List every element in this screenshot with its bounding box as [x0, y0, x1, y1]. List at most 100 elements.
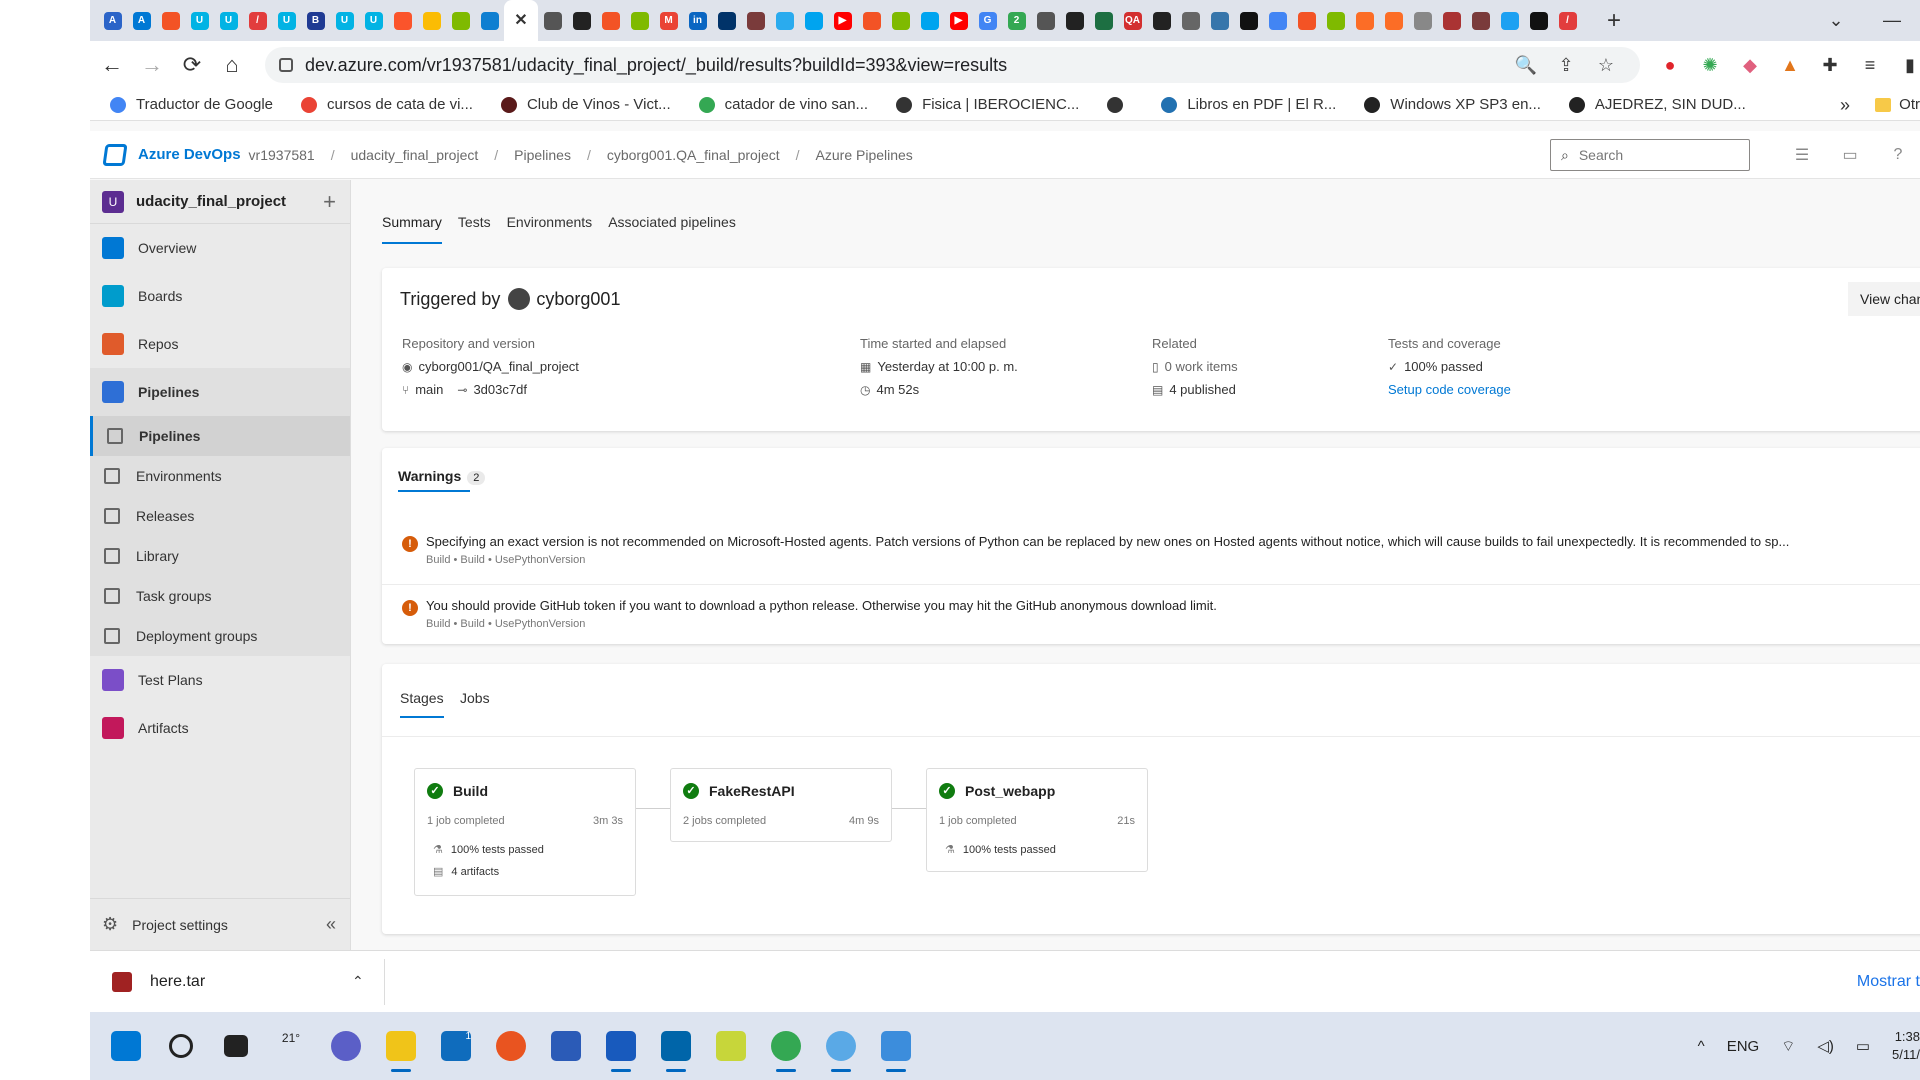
- breadcrumb-pipelines[interactable]: Pipelines: [514, 147, 571, 163]
- nav-overview[interactable]: Overview: [90, 224, 350, 272]
- bookmark-item[interactable]: cursos de cata de vi...: [301, 96, 473, 113]
- tab-linkedin[interactable]: in: [683, 0, 712, 41]
- teams-button[interactable]: [324, 1024, 368, 1068]
- tab-udacity[interactable]: U: [272, 0, 301, 41]
- bookmark-item[interactable]: AJEDREZ, SIN DUD...: [1568, 96, 1746, 113]
- tab-azure[interactable]: A: [127, 0, 156, 41]
- view-changes-button[interactable]: View change: [1848, 282, 1920, 316]
- tab-azure-boards[interactable]: A: [98, 0, 127, 41]
- tab-stages[interactable]: Stages: [400, 690, 444, 718]
- tab-jobs[interactable]: Jobs: [460, 690, 490, 706]
- tab-udacity[interactable]: U: [214, 0, 243, 41]
- bookmark-item[interactable]: Fisica | IBEROCIENC...: [896, 96, 1079, 113]
- chrome-button[interactable]: [764, 1024, 808, 1072]
- tab-pen[interactable]: [1234, 0, 1263, 41]
- reload-icon[interactable]: ⟳: [172, 52, 212, 78]
- clock[interactable]: 1:38 5/11/: [1892, 1028, 1920, 1064]
- download-item[interactable]: here.tar: [150, 973, 205, 991]
- triggered-user[interactable]: cyborg001: [536, 289, 620, 310]
- tab-globe[interactable]: [538, 0, 567, 41]
- tab-gitlab[interactable]: [1379, 0, 1408, 41]
- tab-youtube[interactable]: ▶: [828, 0, 857, 41]
- tab-github[interactable]: [567, 0, 596, 41]
- language-indicator[interactable]: ENG: [1727, 1038, 1760, 1055]
- tab-seal[interactable]: [741, 0, 770, 41]
- project-settings[interactable]: ⚙ Project settings «: [90, 898, 350, 950]
- reading-list-icon[interactable]: ≡: [1850, 55, 1890, 76]
- tab-circle[interactable]: 2: [1002, 0, 1031, 41]
- repo-link[interactable]: ◉ cyborg001/QA_final_project: [402, 359, 579, 374]
- paint-button[interactable]: [819, 1024, 863, 1072]
- home-icon[interactable]: ⌂: [212, 52, 252, 78]
- star-icon[interactable]: ☆: [1586, 55, 1626, 76]
- stage-build[interactable]: ✓ Build 1 job completed 3m 3s ⚗ 100% tests…: [414, 768, 636, 896]
- subnav-releases[interactable]: Releases: [90, 496, 350, 536]
- bookmark-item[interactable]: Traductor de Google: [110, 96, 273, 113]
- tab-brave[interactable]: [388, 0, 417, 41]
- tab-python[interactable]: [1205, 0, 1234, 41]
- collapse-sidebar-icon[interactable]: «: [326, 914, 336, 935]
- close-icon[interactable]: ✕: [512, 12, 530, 30]
- tab-seal[interactable]: [1466, 0, 1495, 41]
- breadcrumb-pipeline[interactable]: cyborg001.QA_final_project: [607, 147, 780, 163]
- task-view-button[interactable]: [214, 1024, 258, 1068]
- bookmark-item[interactable]: catador de vino san...: [698, 96, 868, 113]
- search-taskbar-button[interactable]: [159, 1024, 203, 1068]
- share-icon[interactable]: ⇪: [1546, 55, 1586, 76]
- azure-devops-logo-icon[interactable]: [102, 143, 128, 166]
- other-bookmarks[interactable]: Otr: [1875, 89, 1920, 121]
- tab-slash[interactable]: /: [243, 0, 272, 41]
- tab-udacity[interactable]: U: [359, 0, 388, 41]
- setup-coverage-link[interactable]: Setup code coverage: [1388, 382, 1511, 397]
- weather-widget[interactable]: 21°: [269, 1024, 313, 1068]
- tab-microsoft[interactable]: [625, 0, 654, 41]
- url-text[interactable]: dev.azure.com/vr1937581/udacity_final_pr…: [305, 55, 1007, 76]
- metamask-icon[interactable]: ▲: [1770, 55, 1810, 76]
- tab-youtube[interactable]: ▶: [944, 0, 973, 41]
- mail-button[interactable]: 1: [434, 1024, 478, 1068]
- tab-nfl[interactable]: [712, 0, 741, 41]
- tab-microsoft[interactable]: [886, 0, 915, 41]
- bookmark-item[interactable]: Libros en PDF | El R...: [1161, 96, 1336, 113]
- breadcrumb-project[interactable]: udacity_final_project: [351, 147, 479, 163]
- tab-telegram[interactable]: [770, 0, 799, 41]
- nav-test-plans[interactable]: Test Plans: [90, 656, 350, 704]
- subnav-task-groups[interactable]: Task groups: [90, 576, 350, 616]
- tab-summary[interactable]: Summary: [382, 214, 442, 244]
- nav-repos[interactable]: Repos: [90, 320, 350, 368]
- tab-google[interactable]: G: [973, 0, 1002, 41]
- shopping-bag-icon[interactable]: ▭: [1826, 145, 1874, 165]
- tab-associated-pipelines[interactable]: Associated pipelines: [608, 214, 736, 244]
- opera-icon[interactable]: ●: [1650, 55, 1690, 76]
- volume-icon[interactable]: ◁): [1817, 1037, 1834, 1055]
- tab-microsoft[interactable]: [156, 0, 185, 41]
- bookmark-item[interactable]: [1107, 96, 1133, 113]
- tab-chrome[interactable]: [1408, 0, 1437, 41]
- sidebar-icon[interactable]: ▮: [1890, 55, 1920, 76]
- project-header[interactable]: U udacity_final_project +: [90, 180, 350, 224]
- add-icon[interactable]: +: [323, 189, 336, 215]
- tab-bird[interactable]: [1495, 0, 1524, 41]
- tab-excel[interactable]: [1089, 0, 1118, 41]
- subnav-environments[interactable]: Environments: [90, 456, 350, 496]
- tab-gmail[interactable]: M: [654, 0, 683, 41]
- back-icon[interactable]: ←: [92, 52, 132, 78]
- extension-badge-icon[interactable]: ◆: [1730, 55, 1770, 76]
- tab-book[interactable]: [1176, 0, 1205, 41]
- tab-microsoft[interactable]: [596, 0, 625, 41]
- puzzle-icon[interactable]: ✚: [1810, 55, 1850, 76]
- tab-udacity[interactable]: U: [185, 0, 214, 41]
- tab-board[interactable]: B: [301, 0, 330, 41]
- tab-microsoft[interactable]: [915, 0, 944, 41]
- search-input[interactable]: ⌕ Search: [1550, 139, 1750, 171]
- subnav-deployment-groups[interactable]: Deployment groups: [90, 616, 350, 656]
- list-icon[interactable]: ☰: [1778, 145, 1826, 165]
- zoom-icon[interactable]: 🔍: [1506, 55, 1546, 76]
- tests-passed-link[interactable]: ✓ 100% passed: [1388, 359, 1511, 374]
- brand-link[interactable]: Azure DevOps: [138, 146, 241, 163]
- show-all-downloads-link[interactable]: Mostrar t: [1857, 973, 1920, 991]
- stage-post-webapp[interactable]: ✓ Post_webapp 1 job completed 21s ⚗ 100% t…: [926, 768, 1148, 872]
- app-button[interactable]: [709, 1024, 753, 1068]
- tab-edge[interactable]: [475, 0, 504, 41]
- warnings-tab[interactable]: Warnings 2: [398, 468, 486, 485]
